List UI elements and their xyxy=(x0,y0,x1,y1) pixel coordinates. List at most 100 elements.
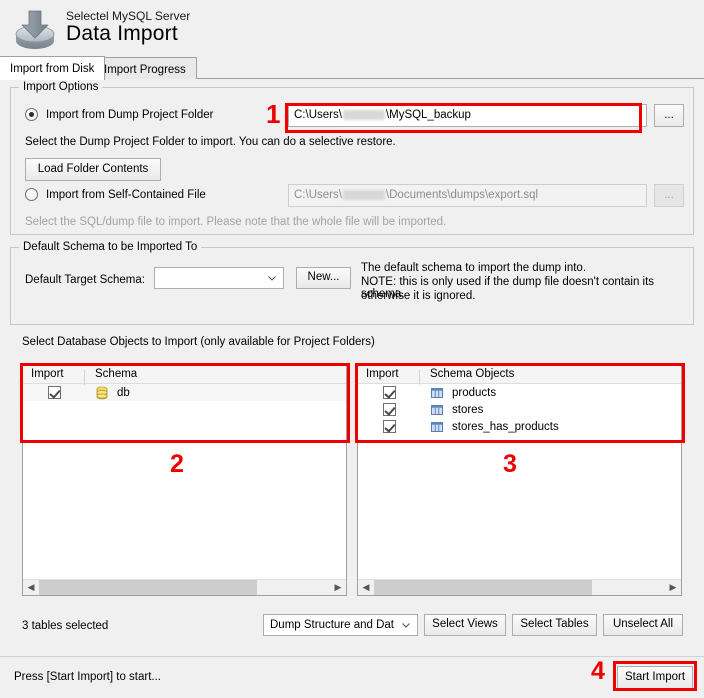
load-folder-contents-button[interactable]: Load Folder Contents xyxy=(25,158,161,181)
start-import-label: Start Import xyxy=(624,671,686,684)
default-target-schema-select[interactable] xyxy=(154,267,284,289)
tab-import-from-disk[interactable]: Import from Disk xyxy=(0,56,106,80)
scroll-track[interactable] xyxy=(374,579,665,595)
object-row-name-cell: stores xyxy=(420,403,483,417)
object-name: stores_has_products xyxy=(452,420,559,433)
scroll-thumb[interactable] xyxy=(374,579,593,595)
new-schema-button[interactable]: New... xyxy=(296,267,351,289)
objects-list-header: Import Schema Objects xyxy=(358,365,681,385)
tab-import-progress[interactable]: Import Progress xyxy=(93,57,197,79)
window-header: Selectel MySQL Server Data Import xyxy=(0,0,704,55)
table-row[interactable]: stores xyxy=(358,401,681,418)
table-row[interactable]: products xyxy=(358,384,681,401)
browse-label: ... xyxy=(664,108,674,121)
annotation-number-3: 3 xyxy=(503,450,517,478)
browse-dump-folder-button[interactable]: ... xyxy=(654,104,684,127)
radio-import-from-dump-folder[interactable]: Import from Dump Project Folder xyxy=(25,108,213,121)
scroll-left-icon[interactable]: ◀ xyxy=(358,579,374,595)
import-options-title: Import Options xyxy=(19,81,103,93)
annotation-number-2: 2 xyxy=(170,450,184,478)
self-contained-file-path-input[interactable]: C:\Users\ \Documents\dumps\export.sql xyxy=(288,184,647,207)
select-views-button[interactable]: Select Views xyxy=(424,614,506,636)
schema-name: db xyxy=(117,386,130,399)
dump-mode-select[interactable]: Dump Structure and Dat xyxy=(263,614,418,636)
scroll-left-icon[interactable]: ◀ xyxy=(23,579,39,595)
import-disc-arrow-icon xyxy=(10,6,60,52)
unselect-all-button[interactable]: Unselect All xyxy=(603,614,683,636)
browse-label: ... xyxy=(664,188,674,201)
path-suffix: \MySQL_backup xyxy=(385,109,471,121)
redacted-username xyxy=(342,189,385,200)
object-row-name-cell: products xyxy=(420,386,496,400)
page-title: Data Import xyxy=(66,22,178,45)
tab-label: Import Progress xyxy=(104,64,186,76)
annotation-number-1: 1 xyxy=(266,99,281,129)
schema-list-panel[interactable]: Import Schema db ◀ ▶ xyxy=(22,364,347,596)
select-tables-label: Select Tables xyxy=(520,618,589,631)
table-icon xyxy=(430,386,444,400)
radio-indicator xyxy=(25,188,38,201)
select-tables-button[interactable]: Select Tables xyxy=(512,614,597,636)
objects-list-hscrollbar[interactable]: ◀ ▶ xyxy=(358,579,681,595)
redacted-username xyxy=(342,109,385,120)
default-schema-title: Default Schema to be Imported To xyxy=(19,241,202,253)
tab-label: Import from Disk xyxy=(10,63,95,75)
checkbox[interactable] xyxy=(382,420,396,433)
checkbox[interactable] xyxy=(382,403,396,416)
database-icon xyxy=(95,386,109,400)
load-folder-contents-label: Load Folder Contents xyxy=(37,162,149,175)
tab-content-import-from-disk: Import Options Import from Dump Project … xyxy=(0,79,704,656)
schema-row-checkbox-cell[interactable] xyxy=(23,386,85,399)
scroll-right-icon[interactable]: ▶ xyxy=(665,579,681,595)
schema-list-header: Import Schema xyxy=(23,365,346,385)
app-subtitle: Selectel MySQL Server xyxy=(66,9,191,23)
database-objects-title: Select Database Objects to Import (only … xyxy=(18,336,379,348)
table-row[interactable]: stores_has_products xyxy=(358,418,681,435)
default-target-schema-label: Default Target Schema: xyxy=(25,274,145,286)
radio-label: Import from Dump Project Folder xyxy=(46,108,214,121)
radio-indicator xyxy=(25,108,38,121)
checkbox[interactable] xyxy=(382,386,396,399)
selection-status-label: 3 tables selected xyxy=(22,620,109,632)
scroll-thumb[interactable] xyxy=(39,579,258,595)
schema-col-import: Import xyxy=(23,368,85,385)
radio-label: Import from Self-Contained File xyxy=(46,188,206,201)
schema-objects-list-panel[interactable]: Import Schema Objects products stores st… xyxy=(357,364,682,596)
path-prefix: C:\Users\ xyxy=(294,189,342,201)
dump-mode-value: Dump Structure and Dat xyxy=(270,619,395,631)
path-suffix: \Documents\dumps\export.sql xyxy=(385,189,539,201)
object-row-checkbox-cell[interactable] xyxy=(358,386,420,399)
table-icon xyxy=(430,420,444,434)
new-schema-label: New... xyxy=(307,271,340,284)
object-row-checkbox-cell[interactable] xyxy=(358,403,420,416)
object-row-checkbox-cell[interactable] xyxy=(358,420,420,433)
schema-list-hscrollbar[interactable]: ◀ ▶ xyxy=(23,579,346,595)
path-prefix: C:\Users\ xyxy=(294,109,342,121)
dump-folder-hint: Select the Dump Project Folder to import… xyxy=(25,136,396,148)
radio-import-self-contained-file[interactable]: Import from Self-Contained File xyxy=(25,188,206,201)
objects-col-import: Import xyxy=(358,368,420,385)
self-contained-hint: Select the SQL/dump file to import. Plea… xyxy=(25,216,447,228)
default-schema-group: Default Schema to be Imported To Default… xyxy=(10,241,694,325)
scroll-right-icon[interactable]: ▶ xyxy=(330,579,346,595)
dump-folder-path-input[interactable]: C:\Users\ \MySQL_backup xyxy=(288,104,647,127)
default-schema-note-line-1: The default schema to import the dump in… xyxy=(361,262,587,274)
objects-col-schema-objects: Schema Objects xyxy=(430,368,515,380)
annotation-number-4: 4 xyxy=(591,657,605,685)
data-import-window: Selectel MySQL Server Data Import Import… xyxy=(0,0,704,698)
scroll-track[interactable] xyxy=(39,579,330,595)
unselect-all-label: Unselect All xyxy=(612,618,674,631)
default-schema-note-line-3: otherwise it is ignored. xyxy=(361,290,476,302)
select-views-label: Select Views xyxy=(432,618,498,631)
object-name: stores xyxy=(452,403,484,416)
browse-self-contained-file-button[interactable]: ... xyxy=(654,184,684,207)
table-row[interactable]: db xyxy=(23,384,346,401)
checkbox[interactable] xyxy=(47,386,61,399)
chevron-down-icon xyxy=(268,276,276,281)
schema-col-schema: Schema xyxy=(95,368,138,380)
schema-row-name-cell: db xyxy=(85,386,130,400)
chevron-down-icon xyxy=(402,623,410,628)
import-options-group: Import Options Import from Dump Project … xyxy=(10,81,694,235)
start-import-button[interactable]: Start Import xyxy=(617,666,693,690)
footer-status-text: Press [Start Import] to start... xyxy=(14,671,161,683)
